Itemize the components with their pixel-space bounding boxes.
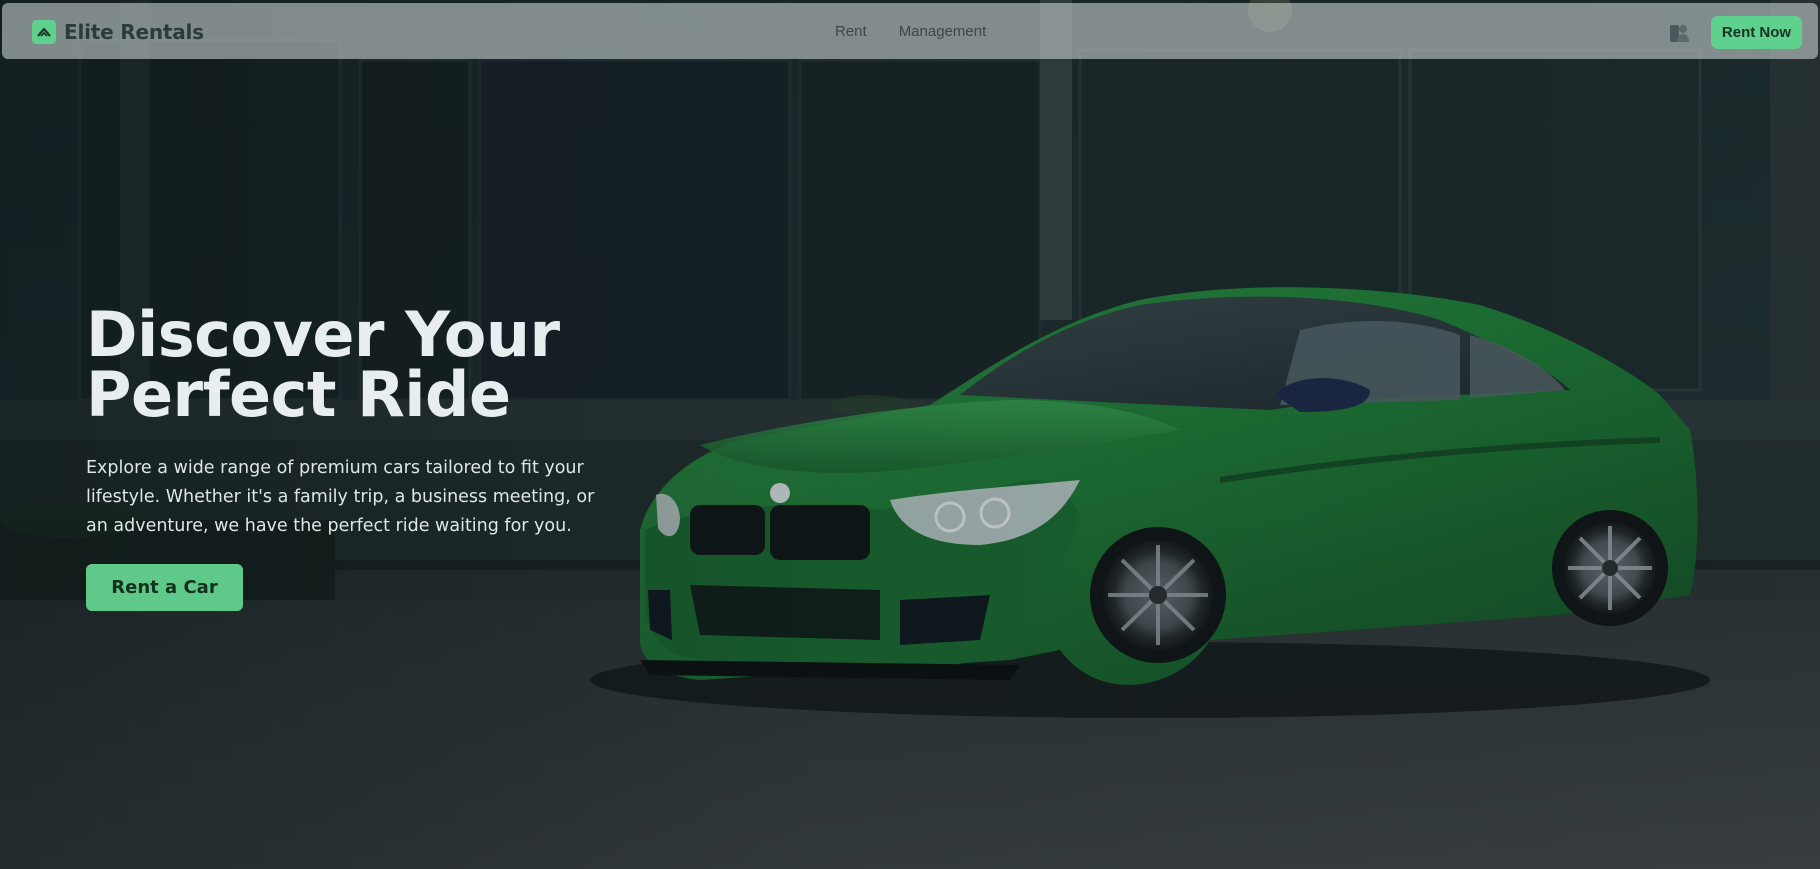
hero-description: Explore a wide range of premium cars tai… xyxy=(86,458,595,536)
hero-title: Discover Your Perfect Ride xyxy=(86,298,606,431)
navbar: Elite Rentals Rent Management Rent Now xyxy=(2,3,1818,59)
page: Elite Rentals Rent Management Rent Now D… xyxy=(0,0,1820,869)
rent-a-car-button[interactable]: Rent a Car xyxy=(86,564,243,611)
hero-background-image xyxy=(0,0,1820,869)
nav-link-rent[interactable]: Rent xyxy=(835,23,867,40)
chevron-up-logo-icon xyxy=(32,20,56,44)
brand[interactable]: Elite Rentals xyxy=(32,19,204,45)
user-icon[interactable] xyxy=(1667,21,1691,45)
nav-link-management[interactable]: Management xyxy=(899,23,987,40)
hero-title-line-2: Perfect Ride xyxy=(86,358,511,431)
brand-name: Elite Rentals xyxy=(64,20,204,44)
nav-links: Rent Management xyxy=(835,23,986,40)
hero-title-line-1: Discover Your xyxy=(86,298,560,371)
rent-now-button[interactable]: Rent Now xyxy=(1711,16,1802,49)
